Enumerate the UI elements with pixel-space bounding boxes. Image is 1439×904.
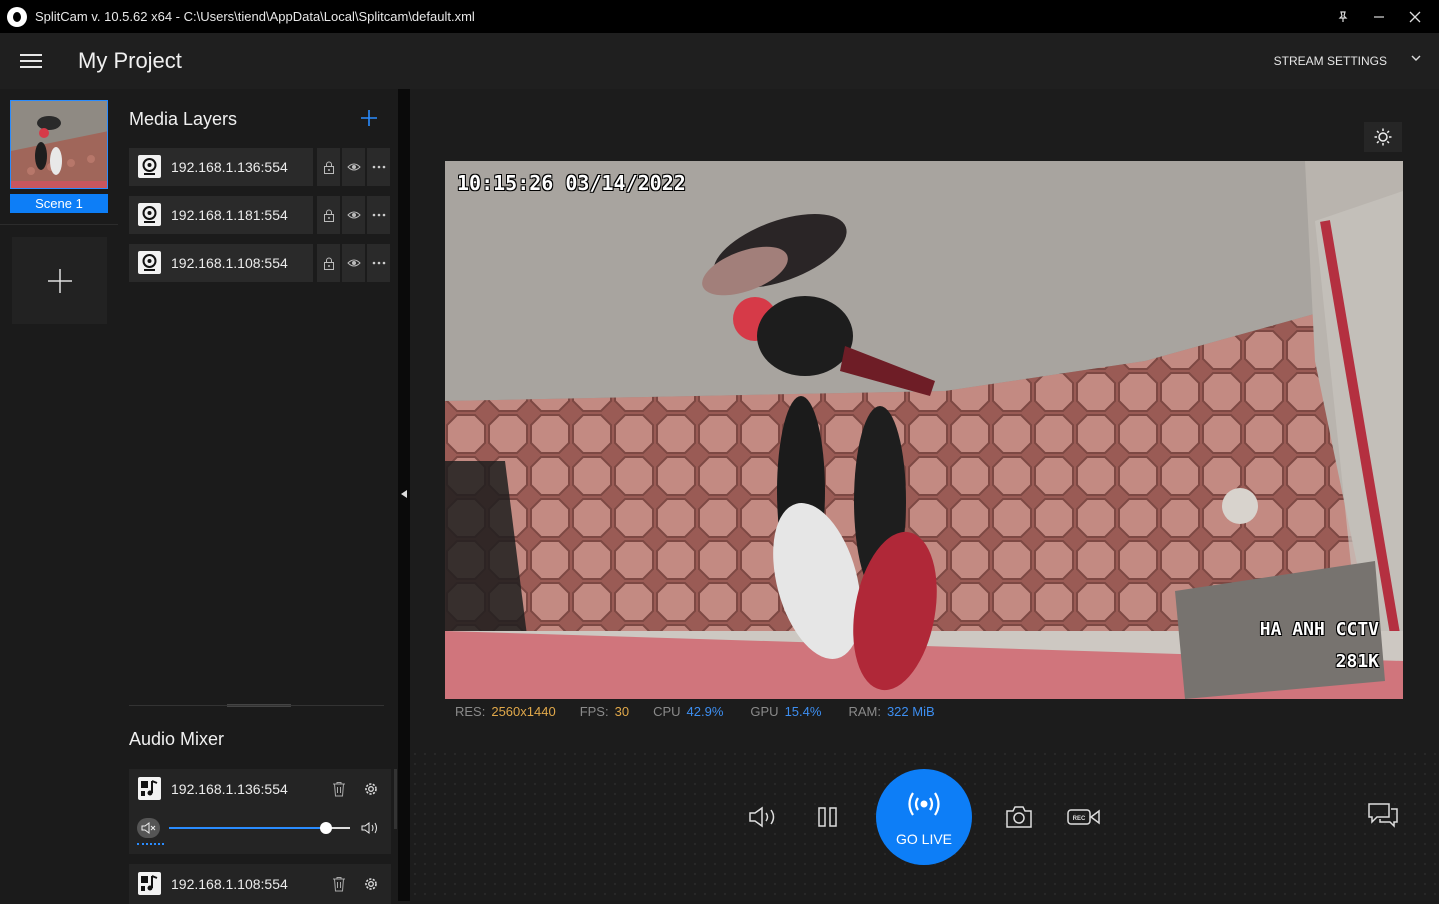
speaker-icon <box>749 806 775 828</box>
media-layer-item[interactable]: 192.168.1.136:554 <box>129 148 391 186</box>
panel-splitter-handle[interactable] <box>227 704 291 707</box>
camera-timestamp: 10:15:26 03/14/2022 <box>457 171 686 195</box>
camera-watermark-line2: 281K <box>1335 651 1379 672</box>
audio-source-icon <box>138 777 161 800</box>
audio-mixer-label: 192.168.1.136:554 <box>171 781 288 797</box>
audio-level-meter <box>137 843 164 845</box>
app-header: My Project STREAM SETTINGS <box>0 33 1439 89</box>
window-title: SplitCam v. 10.5.62 x64 - C:\Users\tiend… <box>35 9 475 24</box>
cpu-label: CPU <box>653 704 681 719</box>
minimize-button[interactable] <box>1361 0 1397 33</box>
pause-icon <box>818 807 837 827</box>
more-icon[interactable] <box>367 148 390 186</box>
collapse-panel-arrow-icon[interactable] <box>401 490 407 498</box>
cpu-value: 42.9% <box>686 704 724 719</box>
divider <box>0 224 118 225</box>
fps-value: 30 <box>614 704 630 719</box>
brightness-icon[interactable] <box>1364 122 1402 152</box>
webcam-icon <box>138 203 161 226</box>
mute-toggle-icon[interactable] <box>137 818 160 838</box>
chevron-down-icon[interactable] <box>1411 53 1421 63</box>
res-value: 2560x1440 <box>491 704 556 719</box>
scene-thumbnail[interactable] <box>10 100 108 189</box>
gear-icon[interactable] <box>359 873 383 895</box>
media-layer-main[interactable]: 192.168.1.181:554 <box>129 196 313 234</box>
control-bar: GO LIVE REC <box>410 769 1439 869</box>
camera-icon <box>1006 806 1032 828</box>
camera-preview[interactable]: 10:15:26 03/14/2022 HA ANH CCTV 281K <box>445 161 1403 699</box>
media-layer-main[interactable]: 192.168.1.136:554 <box>129 148 313 186</box>
audio-source-icon <box>138 872 161 895</box>
media-layer-item[interactable]: 192.168.1.108:554 <box>129 244 391 282</box>
gear-icon[interactable] <box>359 778 383 800</box>
trash-icon[interactable] <box>327 873 351 895</box>
trash-icon[interactable] <box>327 778 351 800</box>
layers-panel: Media Layers 192.168.1.136:554 192.168.1… <box>118 89 398 904</box>
camera-watermark-line1: HA ANH CCTV <box>1259 619 1379 640</box>
media-layer-label: 192.168.1.136:554 <box>171 159 288 175</box>
gpu-value: 15.4% <box>784 704 822 719</box>
scene-label[interactable]: Scene 1 <box>10 194 108 213</box>
title-bar: SplitCam v. 10.5.62 x64 - C:\Users\tiend… <box>0 0 1439 33</box>
audio-mixer-item: 192.168.1.108:554 <box>129 864 391 904</box>
media-layer-main[interactable]: 192.168.1.108:554 <box>129 244 313 282</box>
record-button[interactable]: REC <box>1064 801 1104 833</box>
more-icon[interactable] <box>367 196 390 234</box>
rec-text: REC <box>1073 816 1086 822</box>
lock-icon[interactable] <box>317 244 340 282</box>
stats-bar: RES: 2560x1440 FPS: 30 CPU 42.9% GPU 15.… <box>455 704 935 719</box>
ram-label: RAM: <box>848 704 881 719</box>
volume-slider-fill <box>169 827 327 829</box>
volume-slider[interactable] <box>169 822 350 834</box>
menu-icon[interactable] <box>20 54 42 68</box>
stream-settings-button[interactable]: STREAM SETTINGS <box>1274 54 1387 68</box>
gpu-label: GPU <box>750 704 779 719</box>
volume-icon[interactable] <box>358 818 384 838</box>
chat-icon <box>1368 803 1398 828</box>
lock-icon[interactable] <box>317 196 340 234</box>
eye-icon[interactable] <box>342 148 365 186</box>
media-layers-title: Media Layers <box>129 109 238 129</box>
speaker-button[interactable] <box>744 801 784 833</box>
audio-mixer-item: 192.168.1.136:554 <box>129 769 391 854</box>
media-layer-item[interactable]: 192.168.1.181:554 <box>129 196 391 234</box>
preview-stage: 10:15:26 03/14/2022 HA ANH CCTV 281K RES… <box>410 89 1439 901</box>
mixer-scrollbar[interactable] <box>394 769 397 829</box>
scenes-panel: Scene 1 <box>0 89 118 901</box>
project-title: My Project <box>78 48 182 73</box>
broadcast-icon <box>908 792 940 816</box>
app-logo-icon <box>7 6 27 27</box>
go-live-button[interactable]: GO LIVE <box>876 769 972 865</box>
plus-icon <box>47 268 72 293</box>
close-button[interactable] <box>1397 0 1433 33</box>
media-layer-label: 192.168.1.181:554 <box>171 207 288 223</box>
go-live-label: GO LIVE <box>895 831 953 847</box>
eye-icon[interactable] <box>342 196 365 234</box>
webcam-icon <box>138 155 161 178</box>
webcam-icon <box>138 251 161 274</box>
add-layer-plus-icon[interactable] <box>360 109 378 127</box>
add-scene-button[interactable] <box>12 237 107 324</box>
ram-value: 322 MiB <box>886 704 935 719</box>
pin-icon[interactable] <box>1325 0 1361 33</box>
pause-button[interactable] <box>810 801 846 833</box>
more-icon[interactable] <box>367 244 390 282</box>
snapshot-button[interactable] <box>1000 801 1038 833</box>
media-layer-label: 192.168.1.108:554 <box>171 255 288 271</box>
audio-mixer-label: 192.168.1.108:554 <box>171 876 288 892</box>
fps-label: FPS: <box>579 704 609 719</box>
eye-icon[interactable] <box>342 244 365 282</box>
lock-icon[interactable] <box>317 148 340 186</box>
audio-mixer-title: Audio Mixer <box>129 729 225 749</box>
chat-button[interactable] <box>1364 799 1402 831</box>
record-icon: REC <box>1067 809 1100 825</box>
res-label: RES: <box>455 704 486 719</box>
volume-slider-knob[interactable] <box>320 822 333 834</box>
